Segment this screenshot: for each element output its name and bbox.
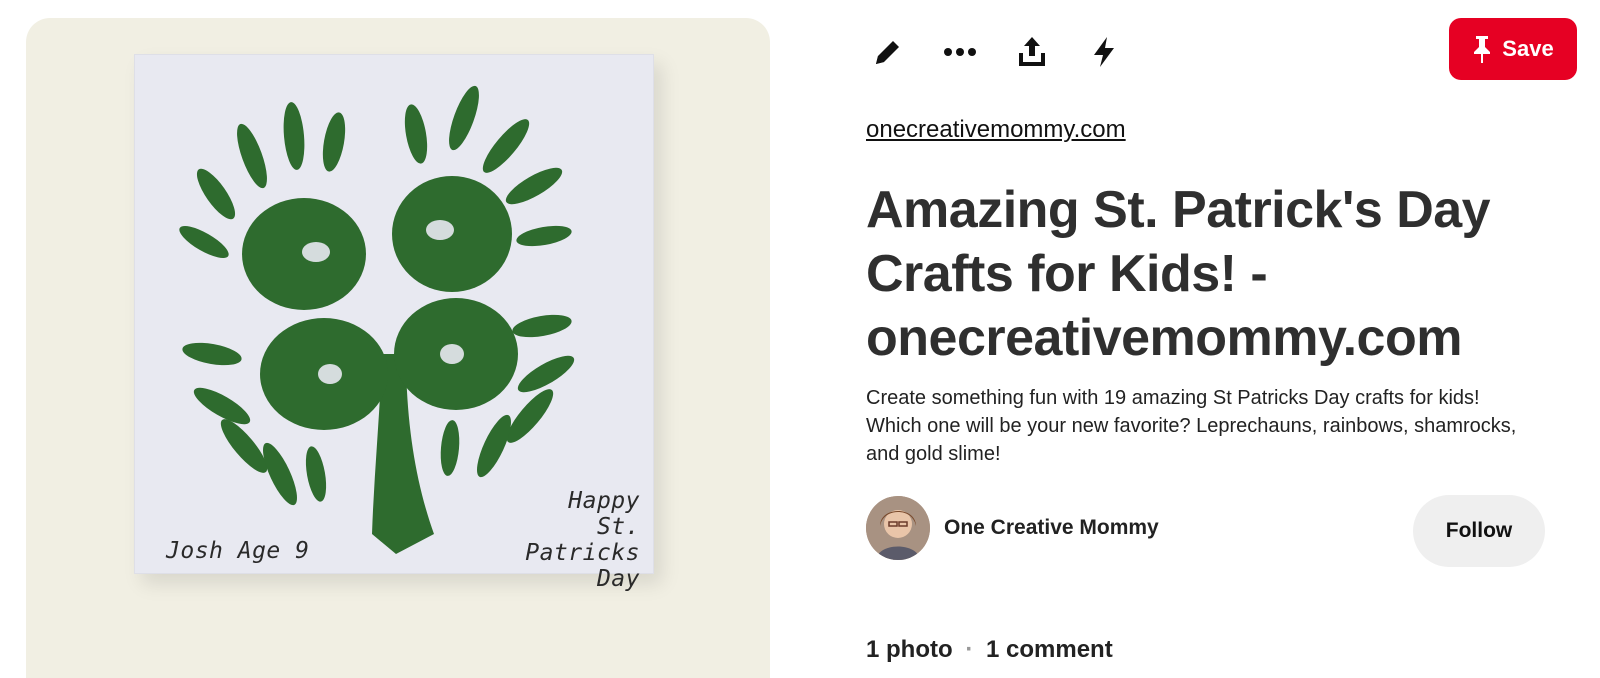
pencil-icon	[876, 41, 899, 64]
pin-image[interactable]: Josh Age 9 Happy St. Patricks Day	[26, 18, 770, 678]
quick-action-button[interactable]	[1082, 32, 1126, 72]
share-icon	[1019, 37, 1045, 66]
creator-name[interactable]: One Creative Mommy	[944, 516, 1159, 540]
pin-description: Create something fun with 19 amazing St …	[866, 387, 1517, 465]
creator-photo	[866, 496, 930, 560]
source-link[interactable]: onecreativemommy.com	[866, 116, 1126, 144]
save-button[interactable]: Save	[1449, 18, 1577, 80]
avatar[interactable]	[866, 496, 930, 560]
handwritten-name: Josh Age 9	[166, 538, 310, 564]
pushpin-icon	[1474, 36, 1491, 63]
more-icon	[944, 48, 976, 56]
handwritten-greeting: Happy St. Patricks Day	[480, 488, 640, 592]
follow-button[interactable]: Follow	[1413, 495, 1545, 567]
creator-info[interactable]: One Creative Mommy	[866, 496, 1159, 560]
lightning-icon	[1094, 37, 1114, 67]
pin-toolbar	[866, 32, 1154, 72]
photo-count[interactable]: 1 photo	[866, 636, 953, 663]
share-button[interactable]	[1010, 32, 1054, 72]
greeting-line-2: St. Patricks	[525, 514, 640, 566]
edit-button[interactable]	[866, 32, 910, 72]
handprint-canvas: Josh Age 9 Happy St. Patricks Day	[134, 54, 654, 592]
pin-title: Amazing St. Patrick's Day Crafts for Kid…	[866, 181, 1491, 367]
greeting-line-3: Day	[596, 566, 640, 592]
save-label: Save	[1502, 36, 1554, 61]
pin-stats: 1 photo · 1 comment	[866, 636, 1113, 664]
greeting-line-1: Happy	[568, 488, 640, 514]
stats-separator: ·	[965, 636, 974, 663]
comment-count[interactable]: 1 comment	[986, 636, 1113, 663]
more-options-button[interactable]	[938, 32, 982, 72]
